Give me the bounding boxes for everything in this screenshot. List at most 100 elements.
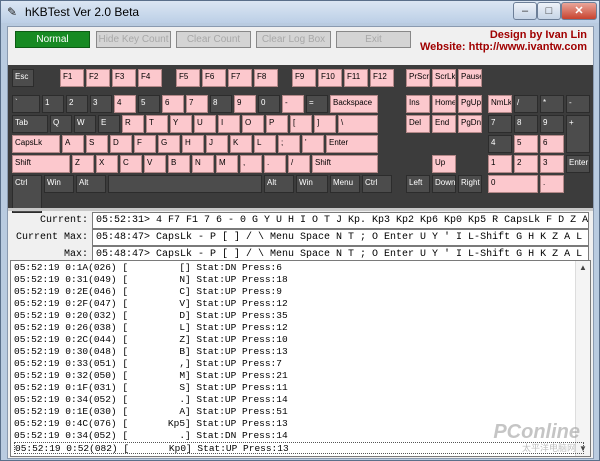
current-max-label: Current Max: [15, 232, 88, 243]
log-line: 05:52:19 0:2C(044) [ Z] Stat:UP Press:10 [14, 334, 288, 345]
key-f: F [134, 135, 156, 153]
key-x: X [96, 155, 118, 173]
clear-count-button[interactable]: Clear Count [176, 31, 251, 48]
hide-key-count-button[interactable]: Hide Key Count [96, 31, 171, 48]
key-h: H [182, 135, 204, 153]
close-button[interactable]: ✕ [561, 2, 597, 20]
key-b: B [168, 155, 190, 173]
key-0: 0 [488, 175, 538, 193]
key-4: 4 [114, 95, 136, 113]
log-line: 05:52:19 0:33(051) [ ,] Stat:UP Press:7 [14, 358, 282, 369]
key-2: 2 [66, 95, 88, 113]
key-f7: F7 [228, 69, 252, 87]
log-line: 05:52:19 0:1E(030) [ A] Stat:UP Press:51 [14, 406, 288, 417]
keyboard-panel: Esc F1 F2 F3 F4 F5 F6 F7 F8 F9 F10 F11 F12 PrScr ScrLk… [8, 65, 593, 213]
key-6: 6 [540, 135, 564, 153]
key-space [108, 175, 262, 193]
key-v: V [144, 155, 166, 173]
log-line: 05:52:19 0:1A(026) [ [] Stat:DN Press:6 [14, 262, 282, 273]
key-q: Q [50, 115, 72, 133]
log-line: 05:52:19 0:32(050) [ M] Stat:UP Press:21 [14, 370, 288, 381]
key-sym28: = [306, 95, 328, 113]
key-nmlk: NmLk [488, 95, 512, 113]
key-down: Down [432, 175, 456, 193]
key-j: J [206, 135, 228, 153]
key-7: 7 [186, 95, 208, 113]
key-n: N [192, 155, 214, 173]
log-line: 05:52:19 0:2E(046) [ C] Stat:UP Press:9 [14, 286, 282, 297]
key-f6: F6 [202, 69, 226, 87]
key-r: R [122, 115, 144, 133]
key-w: W [74, 115, 96, 133]
key-1: 1 [488, 155, 512, 173]
key-3: 3 [540, 155, 564, 173]
log-line: 05:52:19 0:26(038) [ L] Stat:UP Press:12 [14, 322, 288, 333]
key-2: 2 [514, 155, 538, 173]
key-g: G [158, 135, 180, 153]
current-field: 05:52:31> 4 F7 F1 7 6 - 0 G Y U H I O T … [92, 212, 589, 229]
key-right: Right [458, 175, 482, 193]
key-9: 9 [234, 95, 256, 113]
key-shift: Shift [312, 155, 378, 173]
key-z: Z [72, 155, 94, 173]
key-m: M [216, 155, 238, 173]
key-i: I [218, 115, 240, 133]
log-line: 05:52:19 0:30(048) [ B] Stat:UP Press:13 [14, 346, 288, 357]
key-home: Home [432, 95, 456, 113]
key-win: Win [296, 175, 328, 193]
key-f10: F10 [318, 69, 342, 87]
key-d: D [110, 135, 132, 153]
current-max-field: 05:48:47> CapsLk - P [ ] / \ Menu Space … [92, 229, 589, 246]
website-credit: Website: http://www.ivantw.com [419, 41, 587, 53]
log-line: 05:52:19 0:31(049) [ N] Stat:UP Press:18 [14, 274, 288, 285]
log-box[interactable]: ▲ ▼ PConline 太平洋电脑网 05:52:19 0:1A(026) [… [10, 260, 591, 457]
exit-button[interactable]: Exit [336, 31, 411, 48]
key-shift: Shift [12, 155, 70, 173]
key-menu: Menu [330, 175, 360, 193]
key-tab: Tab [12, 115, 48, 133]
max-label: Max: [63, 249, 88, 260]
key-f1: F1 [60, 69, 84, 87]
key-sym68: ; [278, 135, 300, 153]
key-sym57: + [566, 115, 590, 153]
key-5: 5 [514, 135, 538, 153]
key-backspace: Backspace [330, 95, 378, 113]
key-k: K [230, 135, 252, 153]
scroll-up-arrow-icon[interactable]: ▲ [576, 261, 590, 275]
key-e: E [98, 115, 120, 133]
key-f4: F4 [138, 69, 162, 87]
divider [8, 208, 593, 211]
log-line: 05:52:19 0:34(052) [ .] Stat:DN Press:14 [14, 430, 288, 441]
key-ins: Ins [406, 95, 430, 113]
key-o: O [242, 115, 264, 133]
log-line: 05:52:19 0:4C(076) [ Kp5] Stat:UP Press:… [14, 418, 288, 429]
maximize-button[interactable]: □ [537, 2, 561, 20]
key-sym103: . [540, 175, 564, 193]
normal-button[interactable]: Normal [15, 31, 90, 48]
key-u: U [194, 115, 216, 133]
key-s: S [86, 135, 108, 153]
app-window: ✎ hKBTest Ver 2.0 Beta – □ ✕ Normal Hide… [0, 0, 600, 461]
designer-credit: Design by Ivan Lin [489, 29, 587, 41]
key-pgdn: PgDn [458, 115, 482, 133]
key-4: 4 [488, 135, 512, 153]
title-bar[interactable]: ✎ hKBTest Ver 2.0 Beta – □ ✕ [1, 1, 599, 23]
key-6: 6 [162, 95, 184, 113]
key-y: Y [170, 115, 192, 133]
key-f9: F9 [292, 69, 316, 87]
key-9: 9 [540, 115, 564, 133]
key-f5: F5 [176, 69, 200, 87]
key-sym27: - [282, 95, 304, 113]
minimize-button[interactable]: – [513, 2, 537, 20]
key-enter: Enter [326, 135, 378, 153]
log-line: 05:52:19 0:52(082) [ Kp0] Stat:UP Press:… [14, 442, 584, 454]
window-title: hKBTest Ver 2.0 Beta [25, 5, 140, 19]
clear-log-box-button[interactable]: Clear Log Box [256, 31, 331, 48]
key-sym35: * [540, 95, 564, 113]
key-0: 0 [258, 95, 280, 113]
key-sym50: \ [338, 115, 378, 133]
key-f8: F8 [254, 69, 278, 87]
key-p: P [266, 115, 288, 133]
key-sym49: ] [314, 115, 336, 133]
key-left: Left [406, 175, 430, 193]
